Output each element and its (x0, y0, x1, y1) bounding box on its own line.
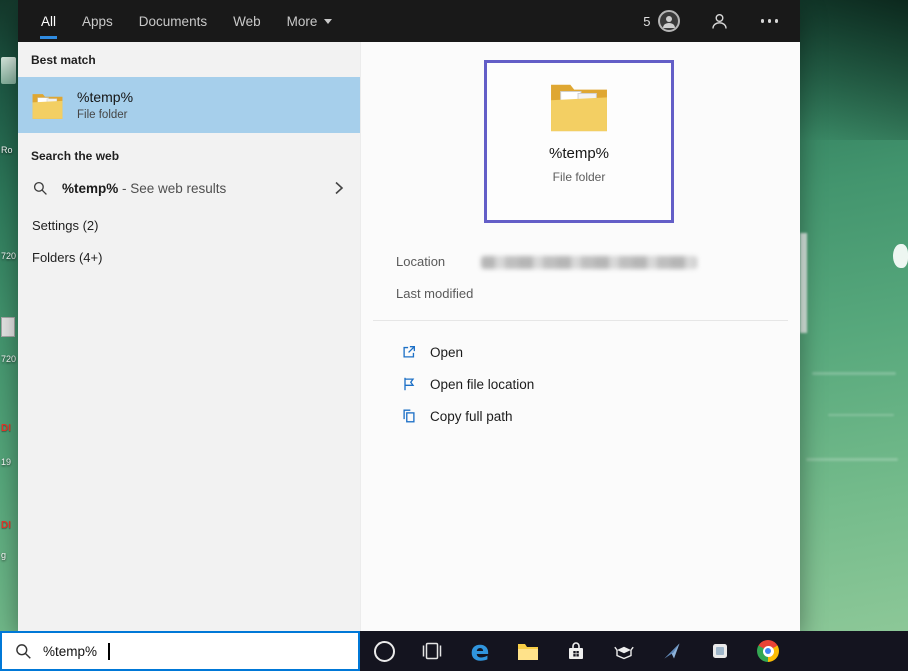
open-icon (401, 344, 417, 360)
wallpaper-cliff (800, 0, 908, 140)
tab-more[interactable]: More (274, 0, 346, 42)
best-match-result[interactable]: %temp% File folder (18, 77, 360, 133)
person-glyph (661, 13, 677, 29)
best-match-text: %temp% File folder (77, 89, 133, 121)
search-filter-tabs: All Apps Documents Web More (18, 0, 345, 42)
user-account-icon[interactable] (710, 12, 729, 31)
pinned-app-icon (708, 639, 732, 663)
cortana-icon (374, 641, 395, 662)
tab-label: All (41, 14, 56, 29)
search-icon (15, 643, 32, 660)
open-file-location-icon (401, 376, 417, 392)
desktop-icon-label: Ro (1, 146, 13, 155)
desktop-icon-label: DI (1, 521, 11, 531)
last-modified-label: Last modified (396, 286, 473, 301)
desktop-icon-label: 720 (1, 252, 16, 261)
web-result-suffix: - See web results (118, 181, 226, 196)
task-view-button[interactable] (408, 631, 456, 671)
cortana-button[interactable] (360, 631, 408, 671)
result-title: %temp% (77, 89, 133, 105)
search-query-text: %temp% (43, 644, 97, 659)
preview-subtitle: File folder (553, 170, 606, 184)
taskbar-search-input[interactable]: %temp% (0, 631, 360, 671)
best-match-header: Best match (31, 53, 96, 67)
location-label: Location (396, 254, 445, 269)
tab-label: Apps (82, 14, 113, 29)
wallpaper-detail (812, 372, 896, 375)
preview-panel: %temp% File folder Location Last modifie… (360, 42, 800, 631)
folder-icon (31, 91, 64, 120)
folder-icon (548, 79, 610, 133)
dropbox-button[interactable] (600, 631, 648, 671)
pinned-app-icon (660, 639, 684, 663)
avatar[interactable] (658, 10, 680, 32)
file-explorer-button[interactable] (504, 631, 552, 671)
wallpaper-detail (828, 414, 894, 416)
edge-icon (471, 637, 490, 665)
web-result-text: %temp% - See web results (62, 181, 226, 196)
tab-documents[interactable]: Documents (126, 0, 220, 42)
action-copy-full-path[interactable]: Copy full path (401, 405, 513, 427)
tab-label: Web (233, 14, 261, 29)
action-label: Open file location (430, 377, 534, 392)
chrome-button[interactable] (744, 631, 792, 671)
edge-button[interactable] (456, 631, 504, 671)
divider (373, 320, 788, 321)
start-search-window: All Apps Documents Web More 5 (18, 0, 800, 631)
web-result-query: %temp% (62, 181, 118, 196)
wallpaper-detail (893, 244, 908, 268)
text-cursor (108, 643, 110, 660)
desktop-icon-label: g (1, 551, 6, 560)
chrome-icon (757, 640, 779, 662)
folders-group[interactable]: Folders (4+) (18, 242, 360, 272)
tab-apps[interactable]: Apps (69, 0, 126, 42)
chevron-right-icon[interactable] (333, 181, 345, 195)
result-subtitle: File folder (77, 109, 133, 121)
pinned-app-button-1[interactable] (648, 631, 696, 671)
task-view-icon (420, 639, 444, 663)
dropbox-icon (612, 639, 636, 663)
action-label: Open (430, 345, 463, 360)
settings-group[interactable]: Settings (2) (18, 210, 360, 240)
chevron-down-icon (324, 19, 332, 24)
file-explorer-icon (516, 640, 540, 662)
desktop-icon[interactable] (1, 57, 16, 84)
location-value-redacted (481, 256, 697, 269)
search-web-header: Search the web (31, 149, 119, 163)
preview-card[interactable]: %temp% File folder (484, 60, 674, 223)
wallpaper-detail (800, 233, 807, 333)
desktop-icon-label: 19 (1, 458, 11, 467)
wallpaper-detail (806, 458, 898, 461)
desktop-screen: Ro 720 720 DI 19 DI g All Apps Documents (0, 0, 908, 671)
desktop-icon-label: 720 (1, 355, 16, 364)
store-button[interactable] (552, 631, 600, 671)
more-options-icon[interactable] (761, 13, 779, 29)
tab-label: More (287, 14, 318, 29)
pinned-app-button-2[interactable] (696, 631, 744, 671)
tab-label: Documents (139, 14, 207, 29)
topbar-right-cluster: 5 (643, 0, 778, 42)
notification-count: 5 (643, 14, 650, 29)
preview-title: %temp% (549, 145, 609, 162)
search-icon (33, 181, 48, 196)
tab-web[interactable]: Web (220, 0, 274, 42)
action-open-file-location[interactable]: Open file location (401, 373, 534, 395)
desktop-icon-label: DI (1, 424, 11, 434)
desktop-icon[interactable] (1, 317, 15, 337)
web-search-result[interactable]: %temp% - See web results (18, 171, 360, 205)
copy-icon (401, 408, 417, 424)
search-filter-bar: All Apps Documents Web More 5 (18, 0, 800, 42)
action-label: Copy full path (430, 409, 513, 424)
desktop-icons-strip: Ro 720 720 DI 19 DI g (0, 0, 18, 631)
tab-all[interactable]: All (28, 0, 69, 42)
action-open[interactable]: Open (401, 341, 463, 363)
store-icon (564, 639, 588, 663)
search-results-panel: Best match %temp% File folder Search the… (18, 42, 360, 631)
